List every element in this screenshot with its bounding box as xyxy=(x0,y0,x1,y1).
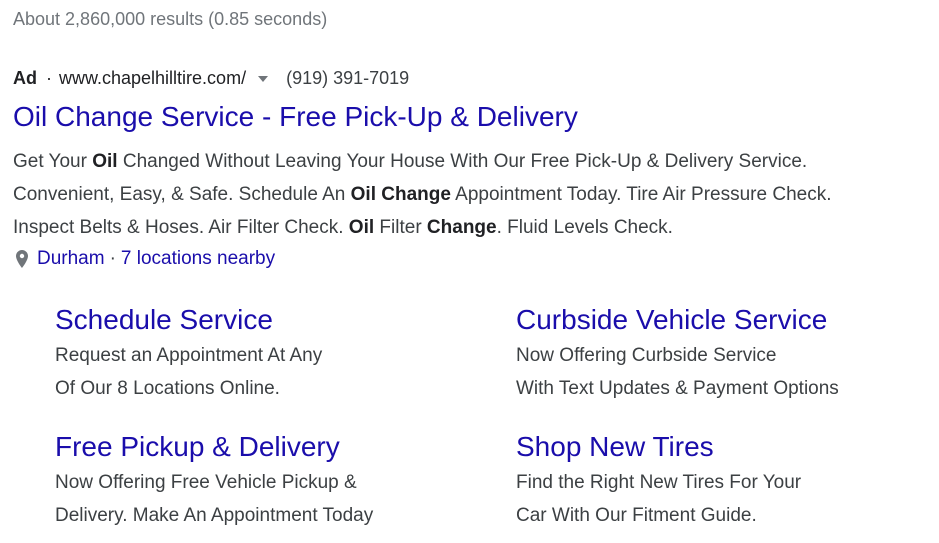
sitelink-curbside-service: Curbside Vehicle Service Now Offering Cu… xyxy=(516,304,936,405)
ad-separator: · xyxy=(46,68,52,88)
ad-headline-link[interactable]: Oil Change Service - Free Pick-Up & Deli… xyxy=(13,101,578,133)
result-stats: About 2,860,000 results (0.85 seconds) xyxy=(13,9,328,29)
location-separator: · xyxy=(109,248,116,269)
sitelink-title[interactable]: Curbside Vehicle Service xyxy=(516,304,936,336)
caret-down-icon[interactable] xyxy=(258,75,269,82)
ad-description-line: Inspect Belts & Hoses. Air Filter Check.… xyxy=(13,217,673,238)
sitelink-title[interactable]: Shop New Tires xyxy=(516,431,936,463)
sitelink-title[interactable]: Schedule Service xyxy=(55,304,475,336)
ad-description: Get Your Oil Changed Without Leaving You… xyxy=(13,145,923,244)
sitelink-free-pickup: Free Pickup & Delivery Now Offering Free… xyxy=(55,431,475,532)
sitelink-description: Find the Right New Tires For Your Car Wi… xyxy=(516,472,802,526)
ad-description-line: Convenient, Easy, & Safe. Schedule An Oi… xyxy=(13,184,832,205)
ad-phone-number[interactable]: (919) 391-7019 xyxy=(286,68,409,89)
sitelink-description: Request an Appointment At Any Of Our 8 L… xyxy=(55,345,323,399)
sitelink-title[interactable]: Free Pickup & Delivery xyxy=(55,431,475,463)
locations-nearby-link[interactable]: 7 locations nearby xyxy=(121,248,275,270)
ad-description-line: Get Your Oil Changed Without Leaving You… xyxy=(13,151,808,172)
ad-url-line: Ad · www.chapelhilltire.com/ (919) 391-7… xyxy=(13,68,409,89)
sitelink-schedule-service: Schedule Service Request an Appointment … xyxy=(55,304,475,405)
ad-display-url[interactable]: www.chapelhilltire.com/ xyxy=(59,68,246,89)
location-city-link[interactable]: Durham xyxy=(37,248,105,270)
sitelink-description: Now Offering Curbside Service With Text … xyxy=(516,345,839,399)
ad-label: Ad xyxy=(13,68,37,88)
map-pin-icon xyxy=(16,250,28,268)
sitelink-shop-tires: Shop New Tires Find the Right New Tires … xyxy=(516,431,936,532)
ad-location-extension: Durham · 7 locations nearby xyxy=(16,248,275,270)
sitelink-description: Now Offering Free Vehicle Pickup & Deliv… xyxy=(55,472,374,526)
